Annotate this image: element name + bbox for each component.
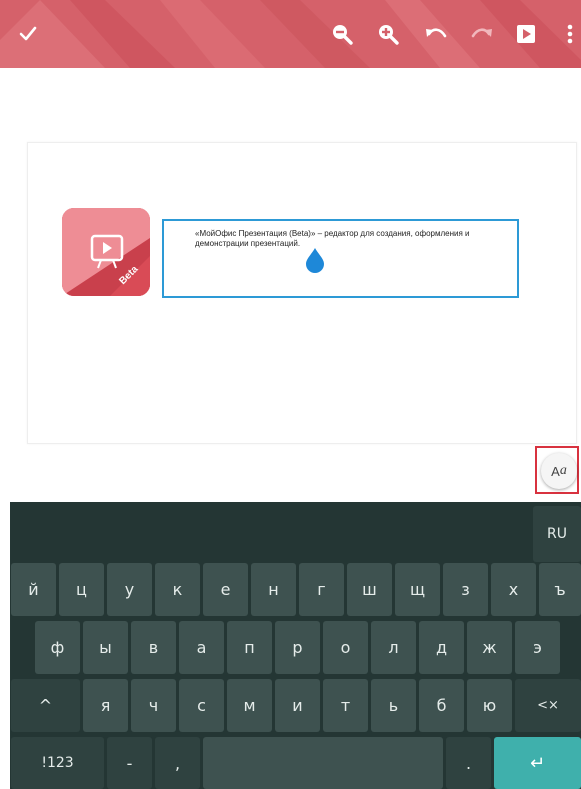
key[interactable]: ц (59, 563, 104, 616)
zoom-out-icon (333, 25, 353, 45)
key[interactable]: р (275, 621, 320, 674)
key[interactable]: ь (371, 679, 416, 732)
undo-button[interactable] (420, 18, 452, 50)
toolbar (0, 0, 581, 68)
done-button[interactable] (12, 18, 44, 50)
key[interactable]: у (107, 563, 152, 616)
check-icon (19, 26, 37, 41)
key[interactable]: ъ (539, 563, 581, 616)
shift-key[interactable]: ^ (11, 679, 80, 732)
key[interactable]: д (419, 621, 464, 674)
key[interactable]: и (275, 679, 320, 732)
key[interactable]: к (155, 563, 200, 616)
redo-icon (471, 28, 492, 38)
text-cursor-handle-icon[interactable] (305, 248, 325, 274)
key[interactable]: ы (83, 621, 128, 674)
key[interactable]: щ (395, 563, 440, 616)
key[interactable]: ш (347, 563, 392, 616)
key[interactable]: б (419, 679, 464, 732)
text-format-button[interactable]: Aa (541, 453, 577, 489)
backspace-key[interactable]: <× (515, 679, 581, 732)
play-icon (517, 25, 535, 43)
key[interactable]: ю (467, 679, 512, 732)
key[interactable]: е (203, 563, 248, 616)
key[interactable]: я (83, 679, 128, 732)
presentation-logo-icon (62, 208, 150, 296)
dash-key[interactable]: - (107, 737, 152, 789)
key[interactable]: ф (35, 621, 80, 674)
key[interactable]: ч (131, 679, 176, 732)
format-button-label: A (551, 463, 560, 479)
format-button-label-italic: a (559, 463, 567, 478)
symbols-key[interactable]: !123 (11, 737, 104, 789)
zoom-in-icon (379, 25, 399, 45)
space-key[interactable] (203, 737, 443, 789)
key[interactable]: ж (467, 621, 512, 674)
key[interactable]: м (227, 679, 272, 732)
key[interactable]: й (11, 563, 56, 616)
key[interactable]: з (443, 563, 488, 616)
key[interactable]: г (299, 563, 344, 616)
zoom-out-button[interactable] (326, 18, 358, 50)
key[interactable]: э (515, 621, 560, 674)
redo-button[interactable] (466, 18, 498, 50)
play-button[interactable] (510, 18, 542, 50)
comma-key[interactable]: , (155, 737, 200, 789)
more-icon (567, 24, 573, 44)
key[interactable]: т (323, 679, 368, 732)
key[interactable]: н (251, 563, 296, 616)
period-key[interactable]: . (446, 737, 491, 789)
slide-text[interactable]: «МойОфис Презентация (Beta)» – редактор … (195, 229, 515, 249)
enter-key[interactable]: ↵ (494, 737, 581, 789)
key[interactable]: п (227, 621, 272, 674)
key[interactable]: о (323, 621, 368, 674)
key[interactable]: с (179, 679, 224, 732)
lang-key[interactable]: RU (533, 506, 581, 562)
app-logo[interactable]: Beta (62, 208, 150, 296)
key[interactable]: л (371, 621, 416, 674)
slide-text-box[interactable]: «МойОфис Презентация (Beta)» – редактор … (162, 219, 519, 298)
key[interactable]: х (491, 563, 536, 616)
key[interactable]: в (131, 621, 176, 674)
more-button[interactable] (560, 18, 580, 50)
undo-icon (426, 28, 447, 38)
zoom-in-button[interactable] (372, 18, 404, 50)
key[interactable]: а (179, 621, 224, 674)
